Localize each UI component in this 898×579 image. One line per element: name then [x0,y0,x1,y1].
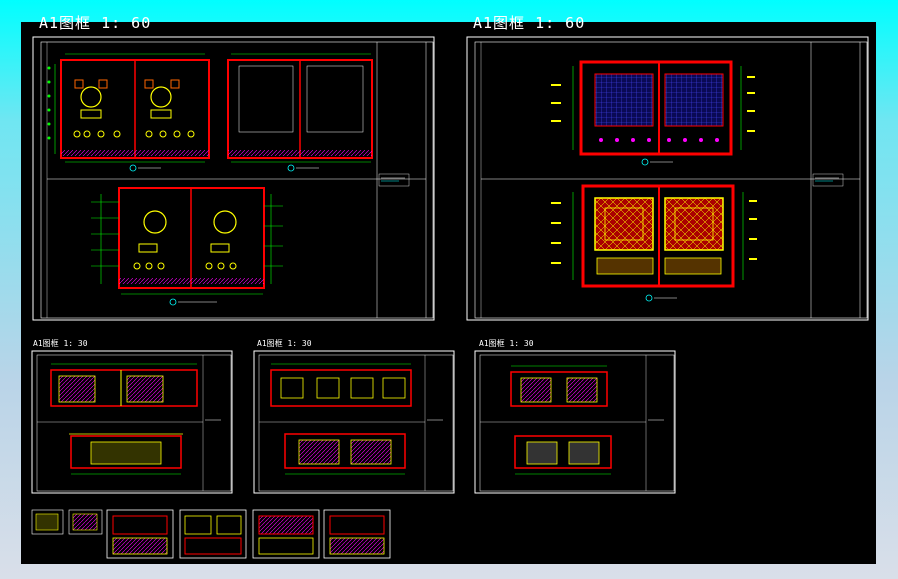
sheet-a1-30-second [253,350,455,494]
detail-thumbnails [31,509,391,559]
sheet-a1-60-right [466,36,869,321]
sheet-a1-30-third [474,350,676,494]
cad-model-space[interactable]: A1图框 1: 60 A1图框 1: 60 A1图框 1: 30 A1图框 1:… [21,14,876,564]
drawing-sheets [31,36,869,559]
sheet-a1-30-first [31,350,233,494]
sheet-a1-60-left [32,36,435,321]
